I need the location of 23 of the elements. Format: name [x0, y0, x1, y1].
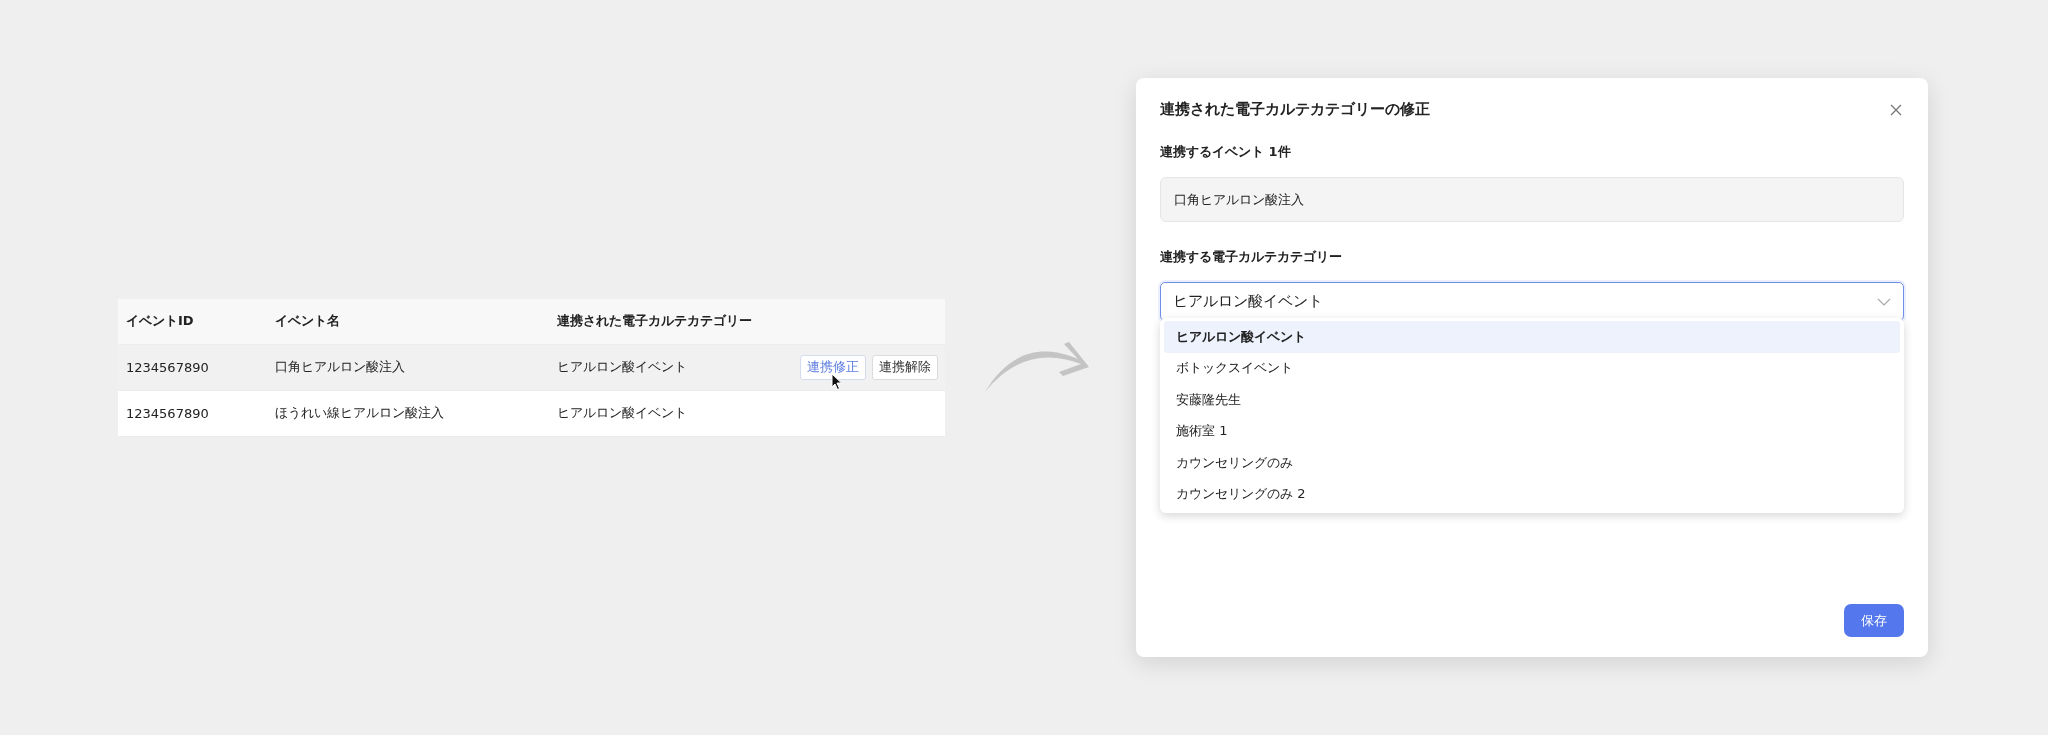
dropdown-option[interactable]: 安藤隆先生: [1164, 384, 1900, 416]
chevron-down-icon: [1877, 297, 1891, 306]
save-button[interactable]: 保存: [1844, 604, 1904, 637]
field-label: 連携する電子カルテカテゴリー: [1160, 248, 1343, 266]
table-cell-text: 1234567890: [126, 405, 210, 421]
column-header: 連携された電子カルテカテゴリー: [557, 312, 753, 330]
dialog-title: 連携された電子カルテカテゴリーの修正: [1160, 100, 1430, 119]
column-header: イベント名: [275, 312, 341, 330]
dropdown-option[interactable]: カウンセリングのみ: [1164, 447, 1900, 479]
row-action-button[interactable]: 連携解除: [872, 354, 938, 380]
table-cell-text: ヒアルロン酸イベント: [557, 358, 688, 376]
field-label: 連携するイベント 1件: [1160, 143, 1292, 161]
table-cell-text: ヒアルロン酸イベント: [557, 404, 688, 422]
table-cell-text: 口角ヒアルロン酸注入: [275, 358, 406, 376]
event-field: 口角ヒアルロン酸注入: [1160, 177, 1904, 222]
dropdown-option[interactable]: ヒアルロン酸イベント: [1164, 321, 1900, 353]
dropdown-option[interactable]: ボトックスイベント: [1164, 352, 1900, 384]
table-cell-text: ほうれい線ヒアルロン酸注入: [275, 404, 445, 422]
column-header: イベントID: [126, 312, 195, 330]
dropdown-option[interactable]: カウンセリングのみ 2: [1164, 478, 1900, 510]
row-action-button[interactable]: 連携修正: [800, 354, 866, 380]
dropdown-option[interactable]: 施術室 1: [1164, 415, 1900, 447]
table-cell-text: 1234567890: [126, 359, 210, 375]
